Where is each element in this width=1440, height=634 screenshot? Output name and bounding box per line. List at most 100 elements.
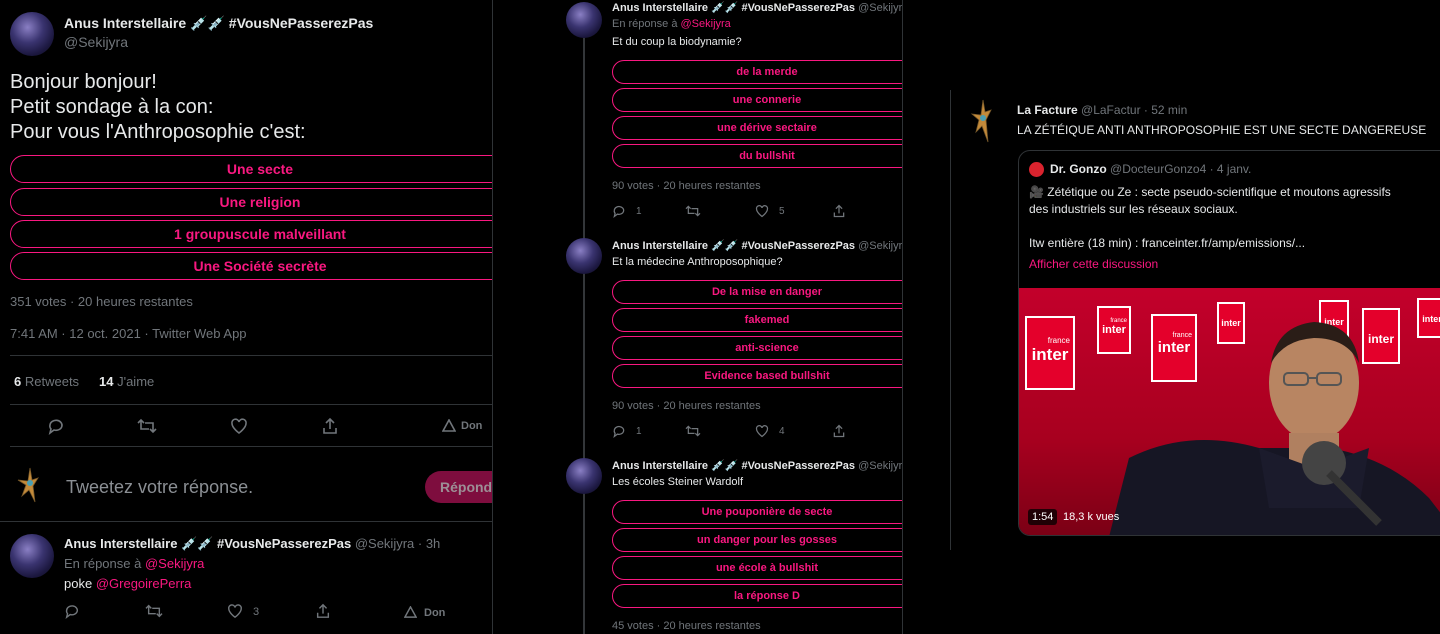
poll-option[interactable]: un danger pour les gosses <box>612 528 902 552</box>
author-handle[interactable]: @Sekijyra <box>858 240 902 252</box>
poll-option[interactable]: Evidence based bullshit <box>612 364 902 388</box>
reply-icon[interactable] <box>47 417 65 435</box>
poll-option[interactable]: Une Société secrète <box>10 252 492 280</box>
share-icon[interactable] <box>321 417 339 435</box>
like-count: 5 <box>779 206 785 217</box>
share-icon[interactable] <box>315 603 331 619</box>
reply-button[interactable]: Répondre <box>425 471 492 503</box>
tweet-header: Anus Interstellaire 💉💉 #VousNePasserezPa… <box>612 1 902 14</box>
poll-meta: 45 votes · 20 heures restantes <box>612 620 761 632</box>
logo-big-text: inter <box>1031 345 1069 364</box>
reply-input[interactable]: Tweetez votre réponse. <box>66 477 253 498</box>
reply-context-handle[interactable]: @Sekijyra <box>145 556 204 571</box>
retweets-label: Retweets <box>24 374 80 389</box>
logo-small-text: france <box>1047 336 1070 345</box>
author-handle[interactable]: @Sekijyra <box>858 2 902 14</box>
poll-meta: 90 votes · 20 heures restantes <box>612 180 761 192</box>
tweet-header: La Facture @LaFactur · 52 min <box>1017 103 1187 117</box>
author-handle[interactable]: @Sekijyra <box>858 460 902 472</box>
main-tweet-panel: Anus Interstellaire 💉💉 #VousNePasserezPa… <box>0 0 492 634</box>
retweets-count: 6 <box>14 374 22 389</box>
promote-icon[interactable] <box>404 606 417 618</box>
poll-option[interactable]: De la mise en danger <box>612 280 902 304</box>
show-thread-link[interactable]: Afficher cette discussion <box>1029 257 1158 271</box>
poll-option[interactable]: la réponse D <box>612 584 902 608</box>
author-name[interactable]: Anus Interstellaire 💉💉 #VousNePasserezPa… <box>612 240 855 252</box>
poll-option[interactable]: fakemed <box>612 308 902 332</box>
promote-icon[interactable] <box>442 419 456 432</box>
quoted-author-name[interactable]: Dr. Gonzo <box>1050 162 1107 176</box>
quoted-text-line: Itw entière (18 min) : franceinter.fr/am… <box>1029 236 1306 250</box>
quoted-tweet[interactable]: Dr. Gonzo @DocteurGonzo4 · 4 janv. 🎥 Zét… <box>1018 150 1440 536</box>
share-icon[interactable] <box>832 424 846 438</box>
quoted-header: Dr. Gonzo @DocteurGonzo4 · 4 janv. <box>1050 162 1251 176</box>
retweets-stat[interactable]: 6 Retweets <box>14 374 79 389</box>
tweet-text-line: Petit sondage à la con: <box>10 96 214 118</box>
author-handle[interactable]: @Sekijyra <box>64 34 128 50</box>
like-icon[interactable] <box>227 603 243 619</box>
mention-link[interactable]: @GregoirePerra <box>96 576 192 591</box>
avatar[interactable] <box>566 458 602 494</box>
video-views: 18,3 k vues <box>1063 511 1120 523</box>
poll-option[interactable]: une connerie <box>612 88 902 112</box>
likes-label: J'aime <box>117 374 155 389</box>
author-handle[interactable]: @LaFactur · 52 min <box>1081 103 1187 117</box>
video-thumbnail[interactable]: france inter france inter france inter i… <box>1019 288 1440 535</box>
author-name[interactable]: Anus Interstellaire 💉💉 #VousNePasserezPa… <box>612 460 855 472</box>
reply-likes-count: 3 <box>253 606 260 618</box>
reply-icon[interactable] <box>64 603 80 619</box>
poll-option[interactable]: anti-science <box>612 336 902 360</box>
quote-tweet-panel: La Facture @LaFactur · 52 min LA ZÉTÉIQU… <box>950 90 1440 550</box>
retweet-icon[interactable] <box>685 204 701 218</box>
promote-label[interactable]: Don <box>424 607 445 619</box>
promote-label[interactable]: Don <box>461 420 482 432</box>
reply-text-prefix: poke <box>64 576 93 591</box>
reply-icon[interactable] <box>612 424 626 438</box>
reply-context: En réponse à @Sekijyra <box>612 18 731 30</box>
poll-option[interactable]: une école à bullshit <box>612 556 902 580</box>
retweet-icon[interactable] <box>685 424 701 438</box>
quoted-text: 🎥 Zététique ou Ze : secte pseudo-scienti… <box>1029 184 1391 252</box>
like-count: 4 <box>779 426 785 437</box>
avatar[interactable] <box>1029 162 1044 177</box>
tweet-timestamp[interactable]: 7:41 AM · 12 oct. 2021 · Twitter Web App <box>10 326 247 341</box>
like-icon[interactable] <box>755 204 769 218</box>
reply-tweet-header: Anus Interstellaire 💉💉 #VousNePasserezPa… <box>64 536 440 552</box>
poll-option[interactable]: Une pouponière de secte <box>612 500 902 524</box>
user-avatar-icon[interactable] <box>14 466 44 506</box>
reply-context-handle[interactable]: @Sekijyra <box>681 18 731 30</box>
author-name[interactable]: Anus Interstellaire 💉💉 #VousNePasserezPa… <box>612 2 855 14</box>
avatar[interactable] <box>566 238 602 274</box>
poll-option[interactable]: du bullshit <box>612 144 902 168</box>
author-name[interactable]: La Facture <box>1017 103 1078 117</box>
tweet-question: Les écoles Steiner Wardolf <box>612 476 744 488</box>
quoted-text-line: des industriels sur les réseaux sociaux. <box>1029 202 1238 216</box>
tweet-question: Et du coup la biodynamie? <box>612 36 742 48</box>
likes-stat[interactable]: 14 J'aime <box>99 374 154 389</box>
like-icon[interactable] <box>230 417 248 435</box>
avatar[interactable] <box>10 12 54 56</box>
avatar[interactable] <box>10 534 54 578</box>
reply-icon[interactable] <box>612 204 626 218</box>
quoted-author-handle[interactable]: @DocteurGonzo4 · 4 janv. <box>1110 162 1251 176</box>
divider <box>10 355 492 356</box>
tweet-text: Bonjour bonjour! Petit sondage à la con:… <box>10 70 306 145</box>
poll-option[interactable]: Une religion <box>10 188 492 216</box>
like-icon[interactable] <box>755 424 769 438</box>
reply-author-name[interactable]: Anus Interstellaire 💉💉 #VousNePasserezPa… <box>64 536 351 551</box>
poll-option[interactable]: Une secte <box>10 155 492 183</box>
divider <box>10 404 492 405</box>
share-icon[interactable] <box>832 204 846 218</box>
avatar[interactable] <box>566 2 602 38</box>
retweet-icon[interactable] <box>137 417 157 435</box>
reply-context-prefix: En réponse à <box>612 18 678 30</box>
author-name[interactable]: Anus Interstellaire 💉💉 #VousNePasserezPa… <box>64 15 373 32</box>
poll-option[interactable]: de la merde <box>612 60 902 84</box>
poll-option[interactable]: 1 groupuscule malveillant <box>10 220 492 248</box>
video-duration: 1:54 <box>1028 509 1058 525</box>
tweet-text: LA ZÉTÉIQUE ANTI ANTHROPOSOPHIE EST UNE … <box>1017 123 1427 137</box>
retweet-icon[interactable] <box>145 603 163 619</box>
reply-author-handle[interactable]: @Sekijyra · 3h <box>355 536 440 551</box>
poll-option[interactable]: une dérive sectaire <box>612 116 902 140</box>
avatar-icon[interactable] <box>970 98 996 146</box>
